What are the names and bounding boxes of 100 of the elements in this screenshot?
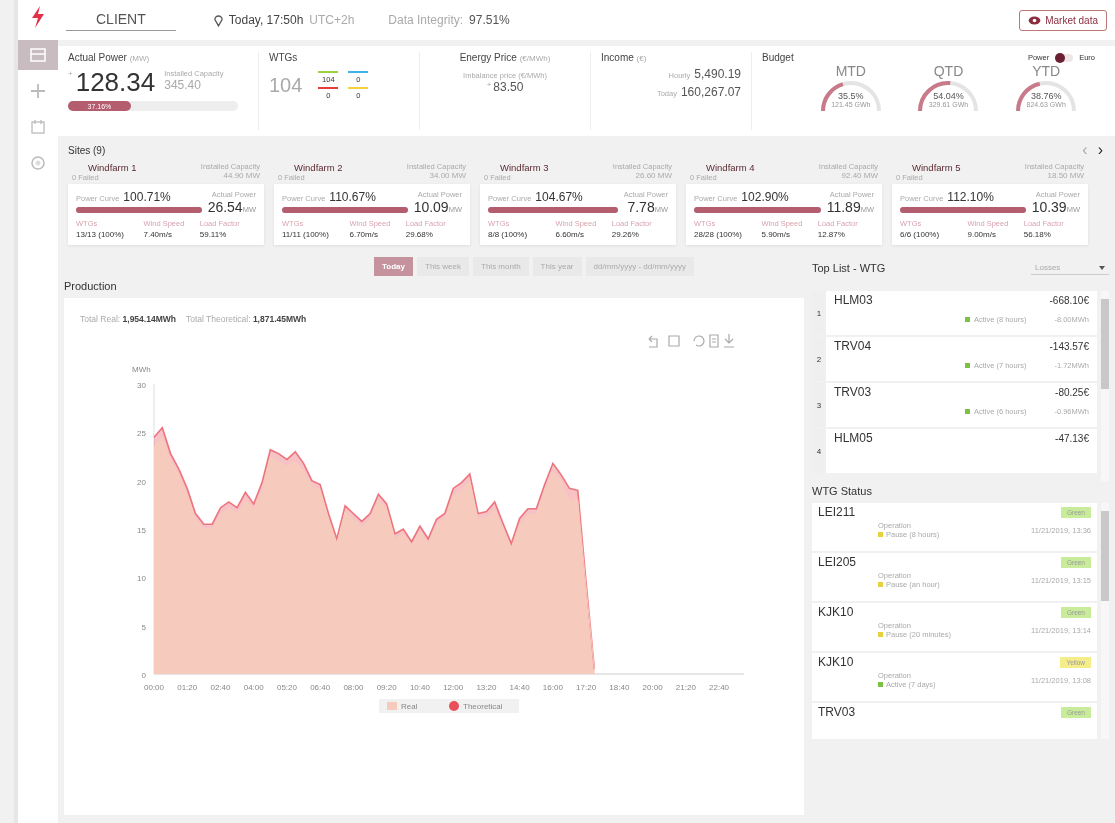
gauge-label: MTD — [835, 63, 866, 79]
x-tick-label: 02:40 — [210, 683, 231, 692]
capacity-value: 18.50 MW — [1047, 171, 1084, 180]
kpi-unit: (MW) — [129, 54, 150, 63]
section-title: Production — [64, 280, 118, 292]
x-tick-label: 04:00 — [243, 683, 264, 692]
stat-value: 9.00m/s — [967, 230, 997, 239]
undo-icon[interactable] — [648, 335, 658, 348]
wtg-name: TRV03 — [818, 705, 856, 719]
eye-icon — [1028, 15, 1042, 25]
scrollbar[interactable] — [1101, 503, 1109, 739]
zoom-icon[interactable] — [668, 335, 680, 347]
caret-icon — [1099, 265, 1105, 270]
trend-sign: + — [68, 69, 73, 78]
x-tick-label: 12:00 — [443, 683, 464, 692]
total-theoretical: Total Theoretical: 1,871.45MWh — [185, 314, 307, 324]
x-tick-label: 14:40 — [509, 683, 530, 692]
location-pin-icon — [213, 13, 223, 27]
x-tick-label: 00:00 — [144, 683, 164, 692]
top-list-item[interactable]: 4 HLM05 -47.13€ — [812, 429, 1097, 473]
kpi-title: WTGs — [269, 52, 299, 63]
stat-value: 28/28 (100%) — [694, 230, 744, 239]
kpi-title: Budget — [762, 52, 794, 63]
capacity-value: 345.40 — [164, 78, 202, 92]
power-curve-value: 100.71% — [123, 190, 171, 204]
stat-value: 7.40m/s — [143, 230, 173, 239]
x-tick-label: 01:20 — [177, 683, 198, 692]
stat-value: 13/13 (100%) — [76, 230, 126, 239]
kpi-title: Energy Price — [459, 52, 517, 63]
scrollbar[interactable] — [1101, 291, 1109, 481]
wtg-name: KJK10 — [818, 655, 854, 669]
wtg-name: KJK10 — [818, 605, 854, 619]
x-tick-label: 08:00 — [343, 683, 364, 692]
market-data-button[interactable]: Market data — [1019, 9, 1107, 31]
capacity-value: 44.90 MW — [223, 171, 260, 180]
wtg-name: TRV04 — [834, 339, 872, 353]
gauge-value: 35.5% — [838, 91, 864, 101]
site-name[interactable]: Windfarm 5 — [896, 162, 961, 173]
next-button[interactable]: › — [1095, 142, 1105, 158]
site-name[interactable]: Windfarm 1 — [72, 162, 137, 173]
power-curve-value: 104.67% — [535, 190, 583, 204]
site-name[interactable]: Windfarm 3 — [484, 162, 549, 173]
client-selector[interactable]: CLIENT — [66, 9, 176, 31]
site-name[interactable]: Windfarm 4 — [690, 162, 755, 173]
kpi-title: Actual Power — [68, 52, 127, 63]
actual-power-value: 128.34 — [75, 69, 156, 95]
y-tick-label: 10 — [137, 574, 146, 584]
stat-value: 6.60m/s — [555, 230, 585, 239]
energy-price-value: 83.50 — [493, 80, 524, 94]
rank-number: 4 — [812, 429, 826, 473]
wtg-total: 104 — [269, 74, 303, 97]
document-icon[interactable] — [709, 334, 719, 348]
plus-icon — [31, 84, 45, 98]
wtg-name: TRV03 — [834, 385, 872, 399]
trend-sign: + — [486, 80, 492, 89]
x-tick-label: 17:20 — [576, 683, 597, 692]
y-tick-label: 30 — [137, 381, 146, 390]
x-tick-label: 06:40 — [310, 683, 331, 692]
sidebar-nav-item[interactable] — [18, 40, 58, 70]
x-tick-label: 05:20 — [276, 683, 297, 692]
total-real: Total Real: 1,954.14MWh — [80, 314, 176, 324]
stat-value: 6.70m/s — [349, 230, 379, 239]
lightning-logo-icon — [30, 6, 46, 28]
y-tick-label: 20 — [137, 477, 146, 487]
site-name[interactable]: Windfarm 2 — [278, 162, 343, 173]
stat-value: 5.90m/s — [761, 230, 791, 239]
power-euro-switch[interactable] — [1055, 53, 1074, 62]
rank-number: 1 — [812, 291, 826, 335]
x-tick-label: 20:00 — [642, 683, 663, 692]
gauge-label: QTD — [933, 63, 964, 79]
x-tick-label: 21:20 — [675, 683, 696, 692]
kpi-unit: (€/MWh) — [519, 54, 551, 63]
x-tick-label: 22:40 — [709, 683, 730, 692]
data-integrity-value: 97.51% — [469, 13, 510, 27]
kpi-title: Income — [601, 52, 634, 63]
loss-value: -47.13€ — [1055, 432, 1089, 444]
y-tick-label: 25 — [137, 429, 146, 439]
current-time: Today, 17:50h — [228, 13, 304, 27]
y-tick-label: 0 — [141, 671, 146, 680]
y-tick-label: 15 — [137, 526, 146, 535]
timezone: UTC+2h — [309, 13, 355, 27]
loss-value: -668.10€ — [1049, 294, 1089, 306]
gauge-value: 38.76% — [1030, 91, 1062, 101]
section-title: WTG Status — [812, 485, 872, 497]
x-tick-label: 09:20 — [376, 683, 397, 692]
wtg-name: LEI205 — [818, 555, 857, 569]
switch-knob[interactable] — [1055, 52, 1066, 63]
stat-value: 11/11 (100%) — [282, 230, 330, 239]
download-icon[interactable] — [723, 333, 735, 348]
refresh-icon[interactable] — [693, 335, 705, 347]
x-tick-label: 16:00 — [542, 683, 563, 692]
circle-icon — [31, 156, 45, 170]
gauge-label: YTD — [1032, 63, 1061, 79]
rank-number: 3 — [812, 383, 826, 427]
calendar-icon — [31, 120, 45, 134]
x-tick-label: 18:40 — [609, 683, 630, 692]
dashboard-icon — [30, 48, 46, 62]
section-title: Sites (9) — [68, 144, 106, 156]
stat-value: 59.11% — [199, 230, 228, 239]
rank-number: 2 — [812, 337, 826, 381]
